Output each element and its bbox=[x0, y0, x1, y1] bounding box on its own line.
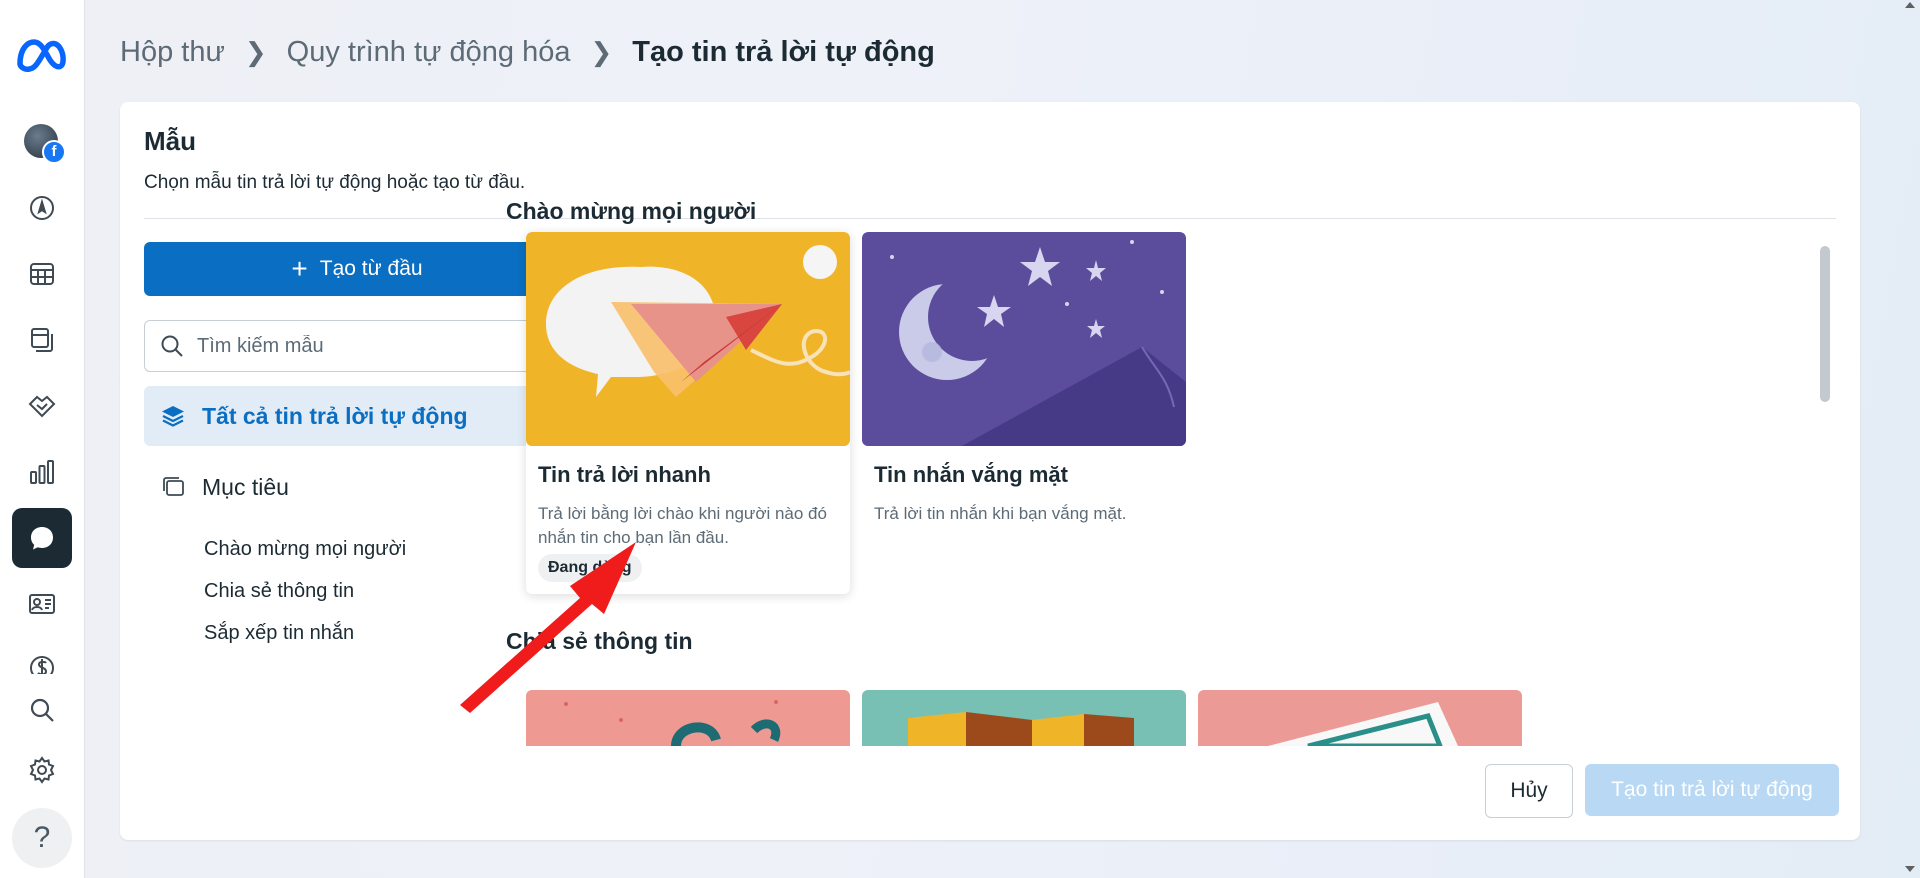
panel-subtitle: Chọn mẫu tin trả lời tự động hoặc tạo từ… bbox=[144, 172, 526, 193]
card-title: Tin trả lời nhanh bbox=[538, 462, 711, 487]
template-card-quick-reply[interactable]: Tin trả lời nhanh Trả lời bằng lời chào … bbox=[526, 232, 850, 594]
nav-settings[interactable] bbox=[12, 740, 72, 800]
panel-title: Mẫu bbox=[144, 126, 196, 156]
goal-item-welcome[interactable]: Chào mừng mọi người bbox=[204, 538, 406, 561]
search-icon bbox=[30, 698, 54, 722]
page-avatar[interactable]: f bbox=[24, 124, 66, 164]
table-icon bbox=[30, 263, 54, 285]
plus-icon: + bbox=[291, 253, 308, 284]
left-nav-rail: f ? bbox=[0, 0, 85, 878]
breadcrumb-automations[interactable]: Quy trình tự động hóa bbox=[287, 36, 571, 69]
card-title: Tin nhắn vắng mặt bbox=[874, 462, 1068, 487]
filter-all-automations[interactable]: Tất cả tin trả lời tự động bbox=[144, 386, 570, 446]
template-card-away-message[interactable]: Tin nhắn vắng mặt Trả lời tin nhắn khi b… bbox=[862, 232, 1186, 594]
goal-item-organize[interactable]: Sắp xếp tin nhắn bbox=[204, 622, 354, 645]
template-search[interactable] bbox=[144, 320, 570, 372]
pink-illustration bbox=[526, 690, 850, 746]
in-use-badge: Đang dùng bbox=[538, 554, 642, 582]
goals-group-toggle[interactable]: Mục tiêu bbox=[160, 462, 556, 512]
create-from-scratch-button[interactable]: + Tạo từ đầu bbox=[144, 242, 570, 296]
template-card-share-2[interactable] bbox=[862, 690, 1186, 746]
templates-scrollbar[interactable] bbox=[1820, 246, 1830, 402]
bar-chart-icon bbox=[30, 460, 54, 484]
search-icon bbox=[161, 335, 183, 357]
create-from-scratch-label: Tạo từ đầu bbox=[319, 257, 423, 280]
id-card-icon bbox=[29, 594, 55, 614]
nav-partnerships[interactable] bbox=[12, 376, 72, 436]
card-description: Trả lời bằng lời chào khi người nào đó n… bbox=[538, 504, 827, 547]
map-illustration bbox=[862, 690, 1186, 746]
meta-logo-icon[interactable] bbox=[14, 30, 70, 80]
gear-icon bbox=[29, 756, 55, 784]
stacked-cards-icon bbox=[163, 477, 184, 496]
window-scrollbar[interactable] bbox=[1900, 0, 1920, 878]
nav-dashboard[interactable] bbox=[12, 178, 72, 238]
chat-bubble-icon bbox=[31, 527, 53, 550]
chevron-right-icon: ❯ bbox=[244, 36, 267, 67]
breadcrumb: Hộp thư ❯ Quy trình tự động hóa ❯ Tạo ti… bbox=[120, 30, 935, 74]
nav-monetization[interactable] bbox=[12, 640, 72, 674]
breadcrumb-inbox[interactable]: Hộp thư bbox=[120, 36, 225, 69]
nav-contacts[interactable] bbox=[12, 574, 72, 634]
goal-item-share-info[interactable]: Chia sẻ thông tin bbox=[204, 580, 354, 603]
breadcrumb-current: Tạo tin trả lời tự động bbox=[632, 35, 935, 68]
nav-insights[interactable] bbox=[12, 442, 72, 502]
help-button[interactable]: ? bbox=[12, 808, 72, 868]
card-description: Trả lời tin nhắn khi bạn vắng mặt. bbox=[874, 504, 1127, 523]
template-card-share-3[interactable] bbox=[1198, 690, 1522, 746]
cancel-button[interactable]: Hủy bbox=[1485, 764, 1573, 818]
section-title-welcome: Chào mừng mọi người bbox=[506, 198, 757, 224]
facebook-badge-icon: f bbox=[42, 140, 66, 164]
chevron-right-icon: ❯ bbox=[590, 36, 613, 67]
nav-content[interactable] bbox=[12, 310, 72, 370]
template-card-share-1[interactable] bbox=[526, 690, 850, 746]
templates-panel: Mẫu Chọn mẫu tin trả lời tự động hoặc tạ… bbox=[120, 102, 1860, 840]
filter-all-label: Tất cả tin trả lời tự động bbox=[202, 402, 468, 429]
nav-planner[interactable] bbox=[12, 244, 72, 304]
paper-plane-chat-illustration bbox=[526, 232, 850, 446]
handshake-icon bbox=[28, 395, 56, 418]
create-automation-button[interactable]: Tạo tin trả lời tự động bbox=[1585, 764, 1839, 816]
divider bbox=[144, 218, 1836, 219]
goals-label: Mục tiêu bbox=[202, 473, 289, 500]
pages-icon bbox=[31, 328, 53, 352]
layers-icon bbox=[162, 406, 184, 427]
nav-inbox[interactable] bbox=[12, 508, 72, 568]
card-illustration bbox=[1198, 690, 1522, 746]
dollar-circle-icon bbox=[30, 656, 54, 674]
compass-icon bbox=[30, 196, 54, 220]
section-title-share-info: Chia sẻ thông tin bbox=[506, 628, 693, 654]
nav-search[interactable] bbox=[12, 680, 72, 740]
template-search-input[interactable] bbox=[195, 333, 559, 359]
question-mark-icon: ? bbox=[33, 821, 51, 854]
moon-stars-illustration bbox=[862, 232, 1186, 446]
